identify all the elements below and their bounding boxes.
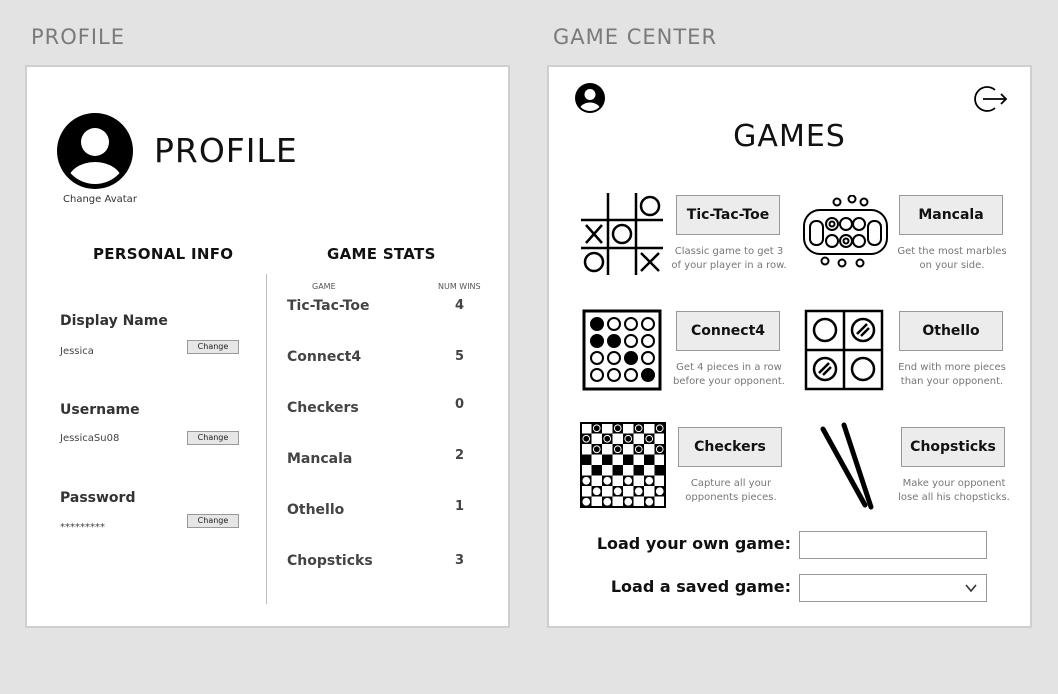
password-value: *********: [60, 522, 105, 533]
display-name-value: Jessica: [60, 346, 94, 357]
stat-wins-value: 2: [454, 448, 465, 463]
tic-tac-toe-icon[interactable]: [579, 191, 665, 277]
games-title: GAMES: [733, 119, 846, 154]
stat-wins-value: 1: [454, 499, 465, 514]
load-own-game-label: Load your own game:: [596, 534, 791, 553]
checkers-description: Capture all your opponents pieces.: [673, 477, 789, 505]
stat-game-name: Othello: [287, 502, 345, 518]
change-display-name-button[interactable]: Change: [187, 340, 239, 354]
description-line: Get 4 pieces in a row: [676, 362, 782, 373]
checkers-button[interactable]: Checkers: [678, 427, 782, 467]
profile-section-label: PROFILE: [31, 25, 126, 49]
stat-wins-value: 5: [454, 349, 465, 364]
othello-icon[interactable]: [804, 309, 884, 391]
profile-title: PROFILE: [154, 131, 298, 170]
load-own-game-input[interactable]: [799, 531, 987, 559]
chopsticks-description: Make your opponent lose all his chopstic…: [896, 477, 1012, 505]
description-line: than your opponent.: [900, 376, 1004, 387]
connect4-icon[interactable]: [582, 309, 662, 391]
game-center-section-label: GAME CENTER: [553, 25, 718, 49]
mancala-icon[interactable]: [801, 195, 891, 271]
display-name-label: Display Name: [60, 313, 168, 329]
stat-game-name: Checkers: [287, 400, 359, 416]
mancala-description: Get the most marbles on your side.: [894, 245, 1010, 273]
chopsticks-button[interactable]: Chopsticks: [901, 427, 1005, 467]
description-line: Get the most marbles: [897, 246, 1007, 257]
stats-game-column-header: GAME: [312, 282, 336, 291]
change-username-button[interactable]: Change: [187, 431, 239, 445]
change-password-button[interactable]: Change: [187, 514, 239, 528]
description-line: on your side.: [919, 260, 985, 271]
chevron-down-icon: [965, 584, 977, 593]
tic-tac-toe-description: Classic game to get 3 of your player in …: [671, 245, 787, 273]
game-center-panel: GAMES Tic-Tac-Toe Classic game to get 3 …: [547, 65, 1032, 628]
logout-icon[interactable]: [973, 84, 1009, 114]
mancala-button[interactable]: Mancala: [899, 195, 1003, 235]
description-line: opponents pieces.: [685, 492, 777, 503]
game-stats-heading: GAME STATS: [327, 245, 436, 263]
stat-game-name: Connect4: [287, 349, 362, 365]
stats-wins-column-header: NUM WINS: [438, 282, 481, 291]
stat-game-name: Tic-Tac-Toe: [287, 298, 370, 314]
load-saved-game-select[interactable]: [799, 574, 987, 602]
stat-wins-value: 3: [454, 553, 465, 568]
connect4-description: Get 4 pieces in a row before your oppone…: [671, 361, 787, 389]
username-label: Username: [60, 402, 140, 418]
stats-divider: [266, 274, 267, 604]
profile-panel: PROFILE Change Avatar PERSONAL INFO GAME…: [25, 65, 510, 628]
description-line: before your opponent.: [673, 376, 785, 387]
checkers-icon[interactable]: [580, 422, 666, 508]
othello-description: End with more pieces than your opponent.: [894, 361, 1010, 389]
profile-avatar-icon[interactable]: [575, 83, 605, 113]
othello-button[interactable]: Othello: [899, 311, 1003, 351]
connect4-button[interactable]: Connect4: [676, 311, 780, 351]
load-saved-game-label: Load a saved game:: [610, 577, 791, 596]
password-label: Password: [60, 490, 136, 506]
description-line: Classic game to get 3: [674, 246, 784, 257]
avatar-icon[interactable]: [57, 113, 133, 189]
description-line: Capture all your: [690, 478, 772, 489]
stat-wins-value: 4: [454, 298, 465, 313]
description-line: Make your opponent: [902, 478, 1006, 489]
description-line: lose all his chopsticks.: [898, 492, 1010, 503]
tic-tac-toe-button[interactable]: Tic-Tac-Toe: [676, 195, 780, 235]
personal-info-heading: PERSONAL INFO: [93, 245, 234, 263]
description-line: of your player in a row.: [671, 260, 787, 271]
stat-wins-value: 0: [454, 397, 465, 412]
chopsticks-icon[interactable]: [817, 421, 877, 511]
change-avatar-link[interactable]: Change Avatar: [63, 194, 137, 205]
stat-game-name: Mancala: [287, 451, 353, 467]
description-line: End with more pieces: [898, 362, 1006, 373]
username-value: JessicaSu08: [60, 433, 120, 444]
stat-game-name: Chopsticks: [287, 553, 373, 569]
